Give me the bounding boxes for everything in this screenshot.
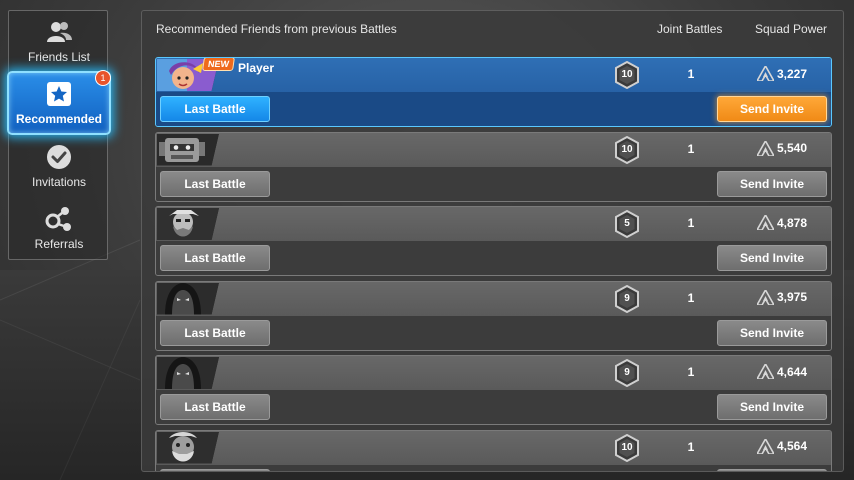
column-header-squad-power: Squad Power: [755, 22, 828, 36]
sidebar-item-invitations[interactable]: Invitations: [9, 136, 109, 196]
squad-power: 3,975: [757, 289, 808, 305]
sidebar-item-label: Recommended: [15, 112, 103, 126]
squad-power-icon: [757, 364, 774, 379]
row-action-strip: Last Battle Send Invite: [156, 315, 831, 350]
joint-battles-value: 1: [687, 290, 695, 305]
new-badge: NEW: [202, 58, 235, 71]
row-action-strip: Last Battle Send Invite: [156, 464, 831, 471]
last-battle-button[interactable]: Last Battle: [160, 319, 270, 346]
send-invite-button[interactable]: Send Invite: [717, 468, 827, 471]
squad-power: 4,564: [757, 438, 808, 454]
sidebar-item-referrals[interactable]: Referrals: [9, 198, 109, 258]
robot-portrait[interactable]: [157, 133, 219, 166]
last-battle-button[interactable]: Last Battle: [160, 245, 270, 271]
row-info-strip: 10 1 4,564: [156, 430, 831, 465]
hooded-figure-portrait[interactable]: [157, 282, 219, 315]
level-value: 9: [624, 292, 630, 304]
level-badge: 10: [614, 135, 640, 164]
joint-battles-value: 1: [687, 216, 695, 230]
squad-power-value: 4,878: [777, 215, 808, 230]
squad-power-icon: [757, 140, 774, 156]
squad-power-value: 3,227: [777, 66, 808, 81]
sidebar-item-label: Referrals: [34, 237, 84, 251]
star-icon: [44, 80, 74, 108]
squad-power-icon: [757, 289, 774, 305]
row-action-strip: Last Battle Send Invite: [156, 166, 831, 201]
referral-icon: [44, 205, 74, 233]
checkmark-icon: [44, 143, 74, 171]
row-info-strip: 10 1 5,540: [156, 132, 831, 167]
friend-row: 9 1 4,644 Last Battle Send Invite: [155, 355, 832, 425]
level-value: 10: [621, 143, 633, 155]
send-invite-button[interactable]: Send Invite: [717, 170, 827, 197]
last-battle-button[interactable]: Last Battle: [160, 170, 270, 197]
joint-battles-value: 1: [687, 365, 695, 379]
level-badge: 10: [614, 433, 640, 462]
hooded-figure-portrait[interactable]: [157, 357, 219, 389]
sidebar-item-label: Friends List: [27, 50, 91, 64]
player-name: Player: [238, 61, 275, 75]
old-warrior-portrait[interactable]: [157, 431, 219, 464]
squad-power: 4,878: [757, 215, 807, 230]
friends-list: Player 10 1 3,227 NEW Last Battle Send I…: [155, 57, 832, 471]
sidebar: Friends List Recommended 1 Invitations R…: [7, 10, 111, 260]
row-action-strip: Last Battle Send Invite: [156, 92, 831, 126]
send-invite-button[interactable]: Send Invite: [717, 319, 827, 346]
column-header-joint-battles: Joint Battles: [657, 22, 723, 36]
friend-row: 9 1 3,975 Last Battle Send Invite: [155, 280, 832, 351]
row-action-strip: Last Battle Send Invite: [156, 241, 831, 275]
bearded-warrior-portrait[interactable]: [157, 208, 219, 240]
joint-battles-value: 1: [687, 439, 695, 454]
level-badge: 5: [614, 209, 640, 239]
row-info-strip: 5 1 4,878: [156, 207, 831, 241]
recommended-friends-panel: Recommended Friends from previous Battle…: [141, 10, 844, 472]
level-value: 10: [621, 441, 633, 453]
level-value: 10: [621, 69, 633, 80]
squad-power: 5,540: [757, 140, 808, 156]
row-info-strip: Player 10 1 3,227 NEW: [156, 58, 831, 92]
squad-power-value: 5,540: [777, 141, 808, 155]
joint-battles-value: 1: [687, 67, 695, 81]
send-invite-button[interactable]: Send Invite: [717, 96, 827, 122]
friends-icon: [44, 18, 74, 46]
squad-power-icon: [757, 66, 774, 81]
row-action-strip: Last Battle Send Invite: [156, 390, 831, 424]
friend-row: 5 1 4,878 Last Battle Send Invite: [155, 206, 832, 276]
panel-title: Recommended Friends from previous Battle…: [156, 22, 397, 36]
row-info-strip: 9 1 4,644: [156, 356, 831, 390]
level-value: 9: [624, 367, 630, 378]
sidebar-item-label: Invitations: [31, 175, 87, 189]
level-value: 5: [624, 218, 630, 229]
level-badge: 9: [614, 358, 640, 388]
panel-header: Recommended Friends from previous Battle…: [142, 11, 843, 47]
level-badge: 10: [614, 60, 640, 90]
squad-power-icon: [757, 215, 774, 230]
friend-row: 10 1 5,540 Last Battle Send Invite: [155, 131, 832, 202]
squad-power-value: 4,564: [777, 439, 808, 453]
joint-battles-value: 1: [687, 141, 695, 156]
friend-row: Player 10 1 3,227 NEW Last Battle Send I…: [155, 57, 832, 127]
last-battle-button[interactable]: Last Battle: [160, 468, 270, 471]
squad-power: 4,644: [757, 364, 807, 379]
level-badge: 9: [614, 284, 640, 313]
notification-badge: 1: [95, 70, 111, 86]
last-battle-button[interactable]: Last Battle: [160, 394, 270, 420]
squad-power-value: 4,644: [777, 364, 808, 379]
send-invite-button[interactable]: Send Invite: [717, 245, 827, 271]
friend-row: 10 1 4,564 Last Battle Send Invite: [155, 429, 832, 471]
squad-power-icon: [757, 438, 774, 454]
row-info-strip: 9 1 3,975: [156, 281, 831, 316]
sidebar-item-recommended[interactable]: Recommended 1: [7, 70, 111, 135]
squad-power-value: 3,975: [777, 290, 808, 304]
last-battle-button[interactable]: Last Battle: [160, 96, 270, 122]
sidebar-item-friends-list[interactable]: Friends List: [9, 11, 109, 71]
send-invite-button[interactable]: Send Invite: [717, 394, 827, 420]
squad-power: 3,227: [757, 66, 807, 81]
